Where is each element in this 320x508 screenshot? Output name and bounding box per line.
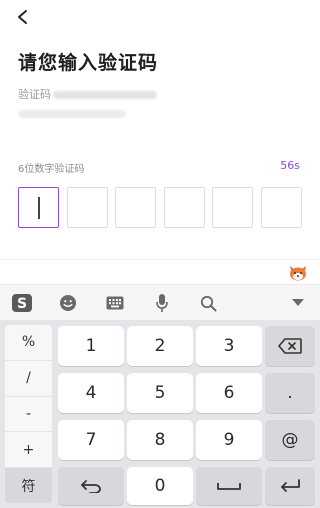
sent-prefix: 验证码 [18,88,51,101]
divider [0,259,320,260]
key-3[interactable]: 3 [196,326,262,366]
emoji-icon[interactable] [56,285,80,321]
chevron-left-icon [18,10,27,24]
key-2[interactable]: 2 [127,326,193,366]
page-title: 请您输入验证码 [18,52,159,74]
key-6[interactable]: 6 [196,373,262,413]
code-input-group[interactable] [18,187,302,228]
backspace-icon [278,338,302,354]
space-key[interactable] [196,467,262,505]
caret [37,196,40,219]
slash-key[interactable]: / [5,361,52,397]
space-bar-icon [217,483,241,490]
redacted-phone-text [53,91,157,99]
enter-arrow-icon [281,479,300,492]
dot-key[interactable]: . [265,373,315,413]
key-9[interactable]: 9 [196,420,262,460]
backspace-key[interactable] [265,326,315,366]
key-0[interactable]: 0 [127,467,193,505]
redacted-phone-number [18,110,126,118]
numeric-keyboard: % / - + 符 1 2 3 4 5 6 . 7 8 9 @ 0 [0,320,320,508]
code-digit-box-6[interactable] [260,187,302,228]
code-digit-box-4[interactable] [163,187,205,228]
code-digit-box-1[interactable] [18,187,59,228]
key-5[interactable]: 5 [127,373,193,413]
search-icon[interactable] [196,285,220,321]
countdown-timer: 56s [280,159,300,172]
key-1[interactable]: 1 [58,326,124,366]
symbol-column: % / - + 符 [5,325,52,503]
key-4[interactable]: 4 [58,373,124,413]
key-8[interactable]: 8 [127,420,193,460]
at-key[interactable]: @ [265,420,315,460]
percent-key[interactable]: % [5,325,52,361]
enter-key[interactable] [265,467,315,505]
sent-to-notice: 验证码 [18,86,157,102]
back-button[interactable] [12,6,34,28]
undo-arrow-icon [81,480,101,493]
microphone-icon[interactable] [150,285,174,321]
minus-key[interactable]: - [5,397,52,433]
sogou-logo-icon[interactable]: S [8,285,36,321]
key-7[interactable]: 7 [58,420,124,460]
collapse-keyboard-icon[interactable] [286,285,310,321]
code-digit-box-2[interactable] [66,187,108,228]
return-to-letters-key[interactable] [58,467,124,505]
symbols-key[interactable]: 符 [5,468,52,503]
code-digit-box-5[interactable] [212,187,254,228]
code-digit-box-3[interactable] [115,187,157,228]
keyboard-icon[interactable] [103,285,127,321]
code-label: 6位数字验证码 [18,164,85,175]
fox-mascot-icon[interactable] [288,264,308,282]
ime-toolbar: S [0,284,320,320]
plus-key[interactable]: + [5,432,52,469]
svg-text:S: S [17,296,27,312]
